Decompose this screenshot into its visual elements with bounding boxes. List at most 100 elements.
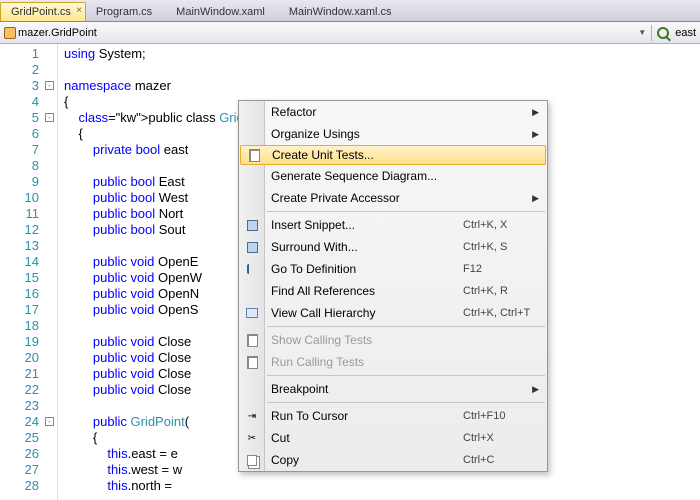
line-number: 18 [0,318,57,334]
menu-shortcut: Ctrl+X [463,432,547,444]
menu-item-organize-usings[interactable]: Organize Usings▶ [239,123,547,145]
menu-separator [267,326,545,327]
menu-label: View Call Hierarchy [271,306,463,320]
line-number: 4 [0,94,57,110]
line-number: 25 [0,430,57,446]
menu-item-show-calling-tests: Show Calling Tests [239,329,547,351]
line-number-gutter: 123-45-678910111213141516171819202122232… [0,44,58,500]
line-number: 7 [0,142,57,158]
sq-icon [244,239,260,255]
chevron-down-icon[interactable]: ▼ [638,28,646,37]
doc-icon [244,332,260,348]
doc-icon [244,354,260,370]
menu-shortcut: Ctrl+K, S [463,241,547,253]
line-number: 21 [0,366,57,382]
menu-shortcut: Ctrl+K, Ctrl+T [463,307,547,319]
navigation-bar: mazer.GridPoint ▼ east [0,22,700,44]
code-line[interactable]: namespace mazer [64,78,700,94]
tab-mainwindow-xaml-cs[interactable]: MainWindow.xaml.cs [279,3,406,21]
menu-item-find-all-references[interactable]: Find All ReferencesCtrl+K, R [239,280,547,302]
menu-label: Run Calling Tests [271,355,547,369]
submenu-arrow-icon: ▶ [532,384,539,395]
line-number: 17 [0,302,57,318]
fold-toggle-icon[interactable]: - [45,417,54,426]
menu-item-run-to-cursor[interactable]: ⇥Run To CursorCtrl+F10 [239,405,547,427]
menu-item-go-to-definition[interactable]: Go To DefinitionF12 [239,258,547,280]
line-number: 8 [0,158,57,174]
line-number: 20 [0,350,57,366]
tab-gridpoint-cs[interactable]: GridPoint.cs [0,2,86,21]
scope-dropdown[interactable]: mazer.GridPoint [4,27,97,39]
menu-label: Cut [271,431,463,445]
sq-icon [244,217,260,233]
menu-item-create-unit-tests[interactable]: Create Unit Tests... [240,145,546,165]
menu-item-create-private-accessor[interactable]: Create Private Accessor▶ [239,187,547,209]
cut-icon: ✂ [244,430,260,446]
line-number: 1 [0,46,57,62]
submenu-arrow-icon: ▶ [532,193,539,204]
field-icon [657,27,669,39]
menu-label: Show Calling Tests [271,333,547,347]
fold-toggle-icon[interactable]: - [45,113,54,122]
submenu-arrow-icon: ▶ [532,107,539,118]
line-number: 11 [0,206,57,222]
menu-label: Surround With... [271,240,463,254]
tab-program-cs[interactable]: Program.cs [86,3,166,21]
code-line[interactable]: this.north = [64,478,700,494]
menu-shortcut: F12 [463,263,547,275]
member-text: east [675,27,696,39]
line-number: 27 [0,462,57,478]
line-number: 6 [0,126,57,142]
menu-label: Create Private Accessor [271,191,547,205]
class-icon [4,27,16,39]
separator [651,25,652,41]
menu-shortcut: Ctrl+F10 [463,410,547,422]
line-number: 9 [0,174,57,190]
menu-label: Insert Snippet... [271,218,463,232]
member-dropdown[interactable]: east [657,27,696,39]
cur-icon: ⇥ [244,408,260,424]
document-tabs: GridPoint.csProgram.csMainWindow.xamlMai… [0,0,700,22]
menu-label: Find All References [271,284,463,298]
menu-item-run-calling-tests: Run Calling Tests [239,351,547,373]
menu-label: Refactor [271,105,547,119]
code-line[interactable]: using System; [64,46,700,62]
menu-item-generate-sequence-diagram[interactable]: Generate Sequence Diagram... [239,165,547,187]
menu-label: Breakpoint [271,382,547,396]
menu-shortcut: Ctrl+C [463,454,547,466]
line-number: 2 [0,62,57,78]
menu-item-refactor[interactable]: Refactor▶ [239,101,547,123]
line-number: 24- [0,414,57,430]
context-menu: Refactor▶Organize Usings▶Create Unit Tes… [238,100,548,472]
menu-label: Organize Usings [271,127,547,141]
scope-text: mazer.GridPoint [18,27,97,39]
menu-item-cut[interactable]: ✂ CutCtrl+X [239,427,547,449]
menu-item-view-call-hierarchy[interactable]: View Call HierarchyCtrl+K, Ctrl+T [239,302,547,324]
line-number: 22 [0,382,57,398]
br-icon [244,261,260,277]
code-line[interactable] [64,62,700,78]
menu-label: Go To Definition [271,262,463,276]
line-number: 23 [0,398,57,414]
line-number: 5- [0,110,57,126]
menu-label: Generate Sequence Diagram... [271,169,547,183]
menu-item-breakpoint[interactable]: Breakpoint▶ [239,378,547,400]
line-number: 3- [0,78,57,94]
submenu-arrow-icon: ▶ [532,129,539,140]
menu-shortcut: Ctrl+K, R [463,285,547,297]
call-icon [244,305,260,321]
line-number: 26 [0,446,57,462]
doc-icon [246,147,262,163]
tab-mainwindow-xaml[interactable]: MainWindow.xaml [166,3,279,21]
line-number: 19 [0,334,57,350]
fold-toggle-icon[interactable]: - [45,81,54,90]
menu-item-surround-with[interactable]: Surround With...Ctrl+K, S [239,236,547,258]
line-number: 10 [0,190,57,206]
line-number: 12 [0,222,57,238]
line-number: 15 [0,270,57,286]
line-number: 13 [0,238,57,254]
menu-item-copy[interactable]: CopyCtrl+C [239,449,547,471]
line-number: 28 [0,478,57,494]
menu-item-insert-snippet[interactable]: Insert Snippet...Ctrl+K, X [239,214,547,236]
menu-label: Copy [271,453,463,467]
